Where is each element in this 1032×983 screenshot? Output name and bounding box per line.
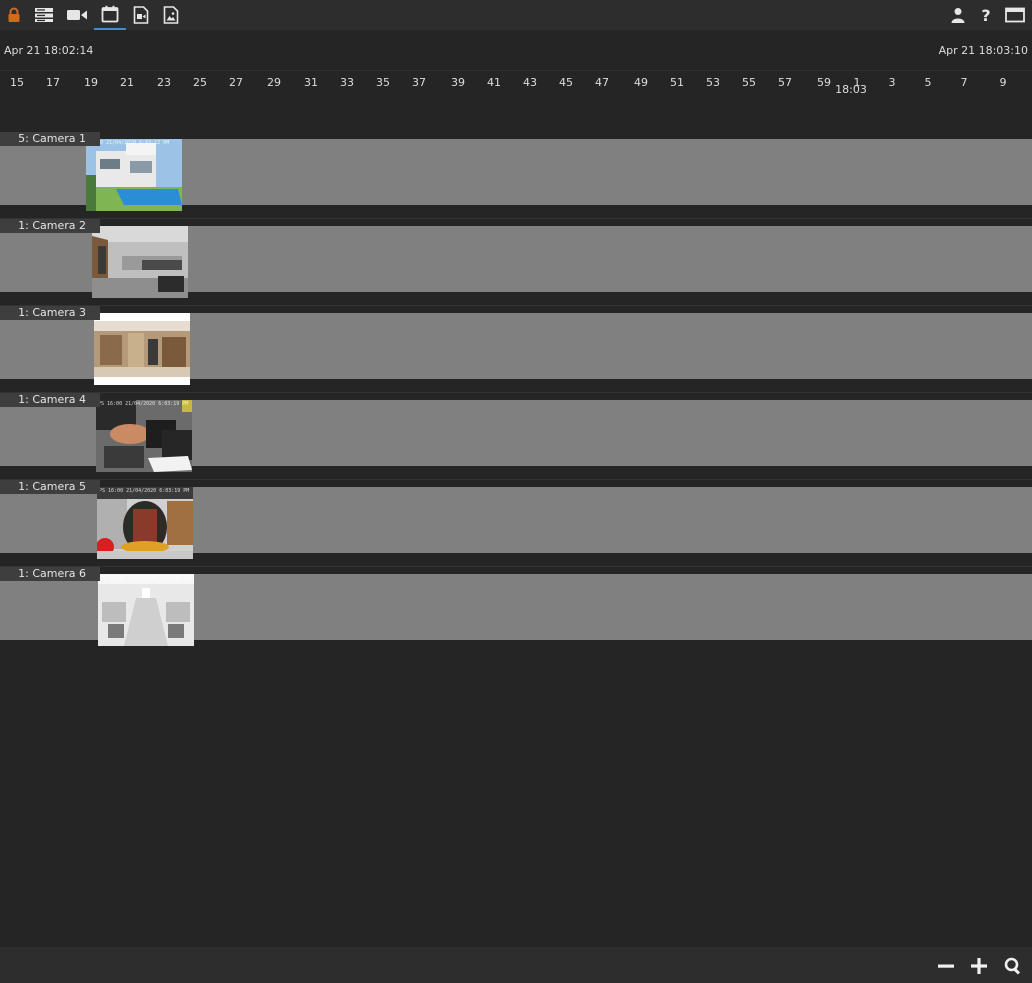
camera-label: 1: Camera 5 [0, 480, 100, 494]
camera-row: 1: Camera 3 [0, 306, 1032, 392]
thumbnail-timestamp: PS 16:00 21/04/2020 6:03:19 PM [99, 488, 190, 494]
camera-timeline-rows: 18:00 21/04/2020 6:03:12 PM 5: Camera 1 … [0, 0, 1032, 947]
camera-row: 18:00 21/04/2020 6:03:12 PM 5: Camera 1 [0, 132, 1032, 218]
camera-thumbnail[interactable]: PS 16:00 21/04/2020 6:03:19 PM [96, 400, 192, 472]
thumbnail-timestamp: PS 16:00 21/04/2020 6:03:19 PM [98, 401, 189, 407]
camera-thumbnail[interactable]: 18:00 21/04/2020 6:03:12 PM [86, 139, 182, 211]
camera-row: PS 16:00 21/04/2020 6:03:20 PM 1: Camera… [0, 567, 1032, 653]
camera-label: 1: Camera 6 [0, 567, 100, 581]
zoom-in-icon[interactable] [969, 956, 989, 976]
search-icon[interactable] [1003, 956, 1023, 976]
camera-row: 1: Camera 2 [0, 219, 1032, 305]
bottom-toolbar [0, 947, 1032, 983]
camera-thumbnail[interactable] [94, 313, 190, 385]
camera-label: 1: Camera 3 [0, 306, 100, 320]
camera-label: 5: Camera 1 [0, 132, 100, 146]
camera-row: PS 16:00 21/04/2020 6:03:19 PM 1: Camera… [0, 480, 1032, 566]
camera-row: PS 16:00 21/04/2020 6:03:19 PM 1: Camera… [0, 393, 1032, 479]
camera-thumbnail[interactable]: PS 16:00 21/04/2020 6:03:19 PM [97, 487, 193, 559]
camera-thumbnail[interactable] [92, 226, 188, 298]
thumbnail-timestamp: PS 16:00 21/04/2020 6:03:20 PM [100, 575, 191, 581]
camera-thumbnail[interactable]: PS 16:00 21/04/2020 6:03:20 PM [98, 574, 194, 646]
thumbnail-timestamp: 18:00 21/04/2020 6:03:12 PM [88, 140, 170, 146]
camera-label: 1: Camera 2 [0, 219, 100, 233]
zoom-out-icon[interactable] [936, 956, 956, 976]
camera-label: 1: Camera 4 [0, 393, 100, 407]
